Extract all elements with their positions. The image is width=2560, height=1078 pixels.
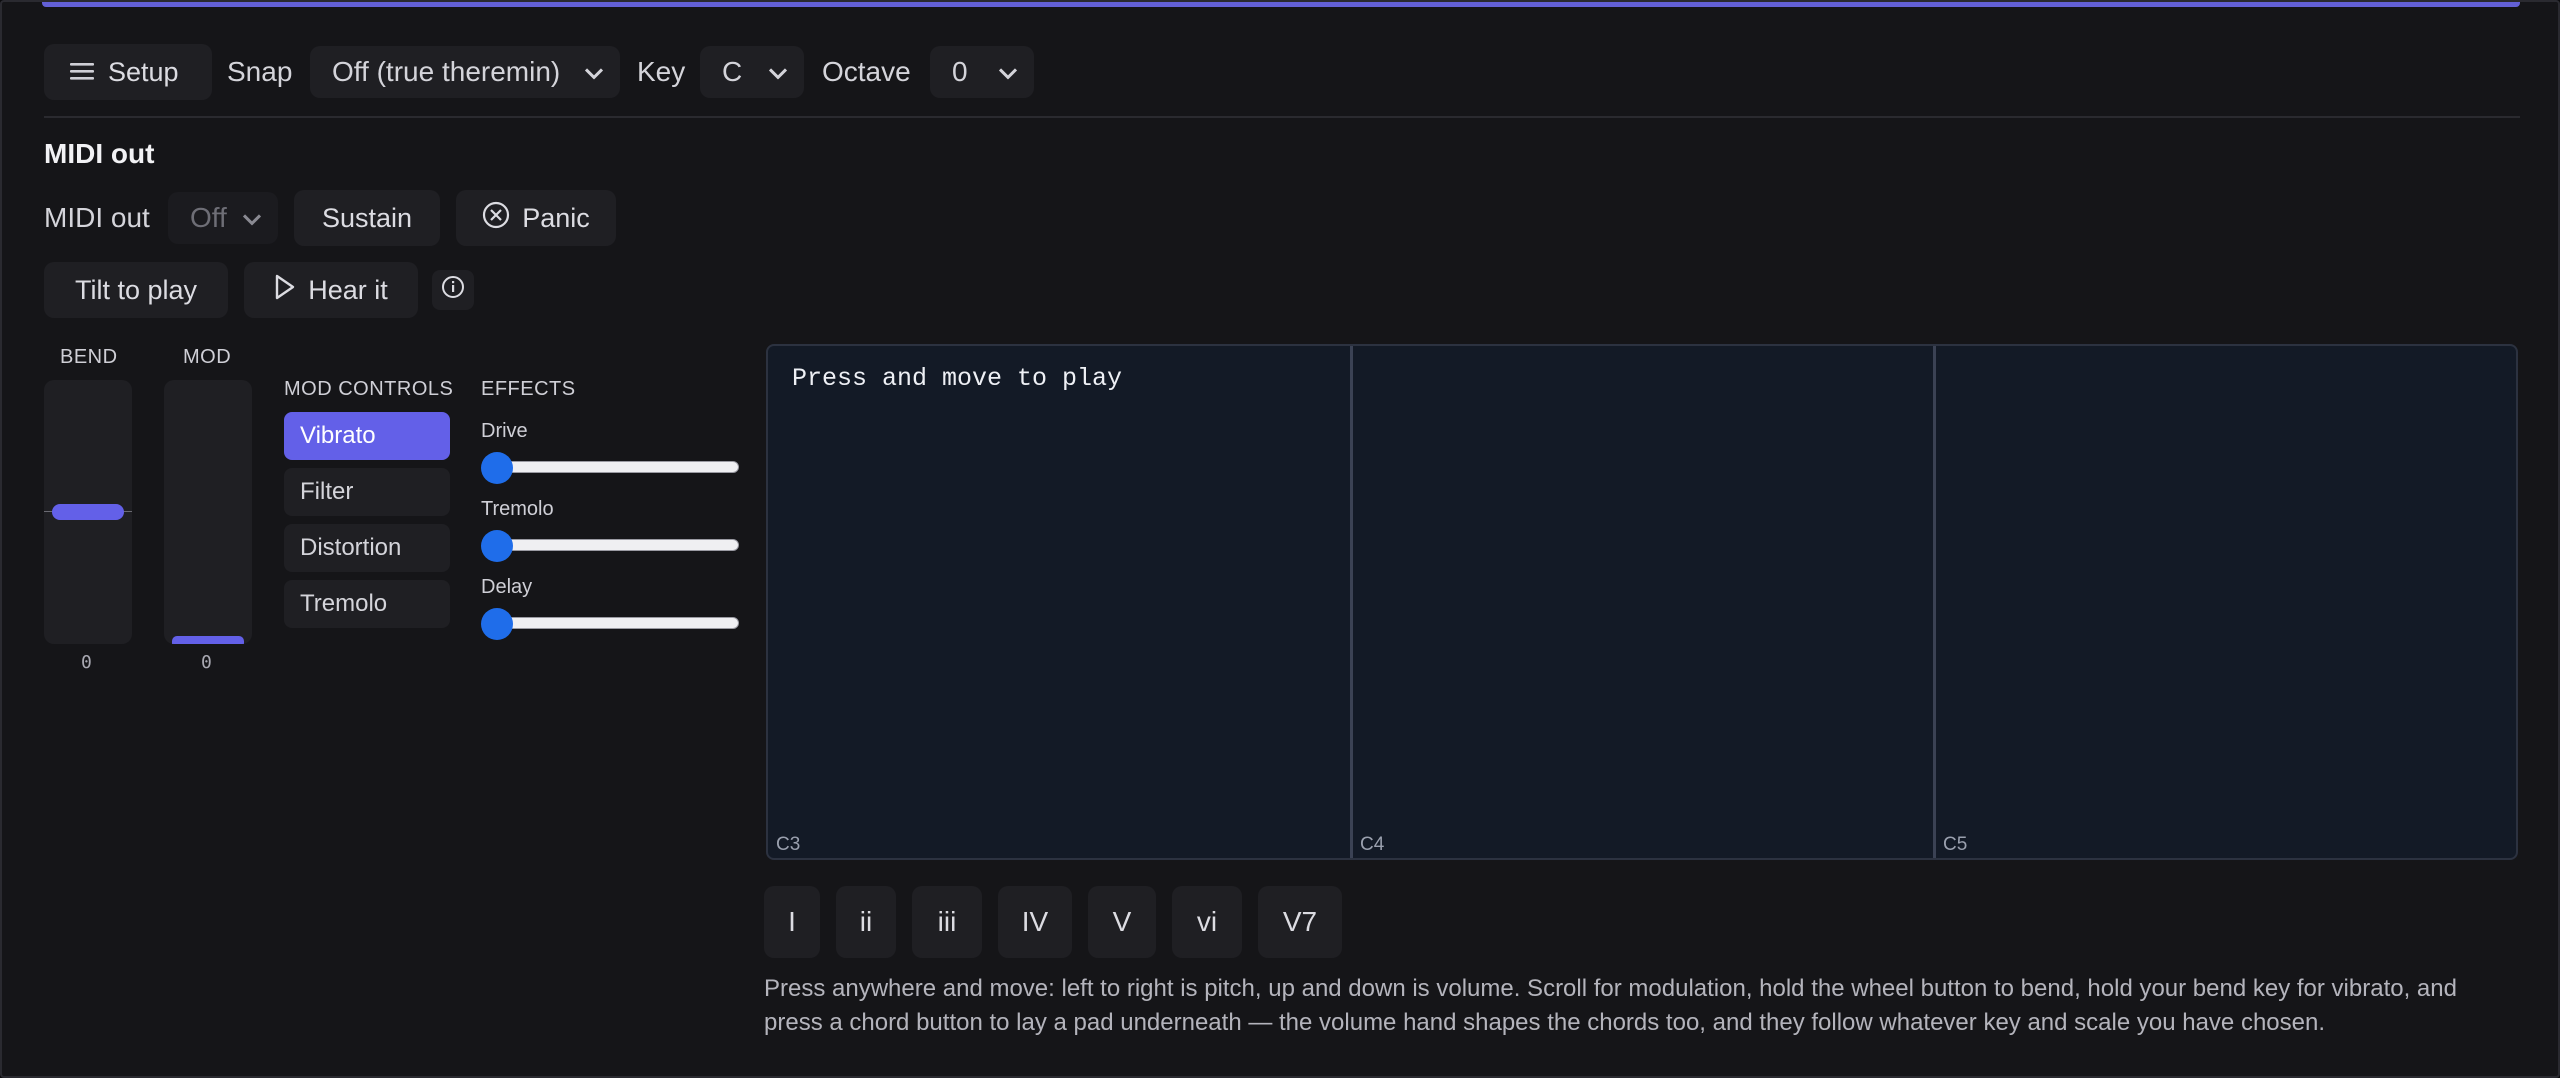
mod-tremolo-button[interactable]: Tremolo: [284, 580, 450, 628]
chevron-down-icon: [768, 54, 788, 86]
tremolo-track: [489, 539, 739, 551]
setup-label: Setup: [108, 56, 179, 87]
circle-x-icon: [482, 201, 510, 236]
chevron-down-icon: [584, 54, 604, 86]
effects-title: EFFECTS: [481, 378, 576, 400]
octave-divider: [1350, 346, 1353, 858]
octave-value: 0: [952, 56, 968, 87]
bend-label: BEND: [60, 346, 118, 368]
snap-label: Snap: [227, 56, 293, 87]
midi-heading: MIDI out: [44, 138, 155, 169]
key-select[interactable]: C: [700, 46, 804, 98]
key-value: C: [722, 56, 743, 87]
octave-label: Octave: [822, 56, 911, 87]
snap-select[interactable]: Off (true theremin): [310, 46, 620, 98]
menu-icon: [70, 57, 94, 88]
midi-out-label: MIDI out: [44, 202, 150, 233]
accent-bar: [42, 2, 2520, 7]
chord-button-vi[interactable]: vi: [1172, 886, 1242, 958]
tremolo-label: Tremolo: [481, 498, 554, 520]
chevron-down-icon: [998, 54, 1018, 86]
delay-thumb[interactable]: [481, 608, 513, 640]
chord-button-ii[interactable]: ii: [836, 886, 896, 958]
chord-label: iii: [937, 906, 957, 937]
key-label: Key: [637, 56, 686, 87]
info-button[interactable]: [432, 270, 474, 310]
octave-divider: [1933, 346, 1936, 858]
note-label-c3: C3: [776, 834, 801, 855]
chord-label: I: [788, 906, 796, 937]
help-text: Press anywhere and move: left to right i…: [764, 975, 2457, 1036]
app-window: Setup Snap Off (true theremin) Key C Oct…: [0, 0, 2560, 1078]
chord-button-I[interactable]: I: [764, 886, 820, 958]
chord-button-IV[interactable]: IV: [998, 886, 1072, 958]
mod-value: 0: [201, 652, 212, 673]
drive-slider[interactable]: [481, 448, 739, 484]
note-label-c5: C5: [1943, 834, 1968, 855]
chevron-down-icon: [242, 200, 262, 232]
setup-button[interactable]: Setup: [44, 44, 212, 100]
bend-handle[interactable]: [52, 504, 124, 520]
drive-thumb[interactable]: [481, 452, 513, 484]
panic-label: Panic: [522, 202, 590, 233]
hear-label: Hear it: [308, 274, 388, 305]
note-label-c4: C4: [1360, 834, 1385, 855]
mod-vibrato-button[interactable]: Vibrato: [284, 412, 450, 460]
tremolo-slider[interactable]: [481, 526, 739, 562]
tremolo-thumb[interactable]: [481, 530, 513, 562]
hear-it-button[interactable]: Hear it: [244, 262, 418, 318]
octave-select[interactable]: 0: [930, 46, 1034, 98]
drive-track: [489, 461, 739, 473]
chord-button-iii[interactable]: iii: [912, 886, 982, 958]
mod-filter-label: Filter: [300, 478, 354, 505]
tilt-to-play-button[interactable]: Tilt to play: [44, 262, 228, 318]
mod-tremolo-label: Tremolo: [300, 590, 388, 617]
pad-prompt: Press and move to play: [792, 364, 1123, 393]
delay-track: [489, 617, 739, 629]
panic-button[interactable]: Panic: [456, 190, 616, 246]
bend-wheel[interactable]: [44, 380, 132, 644]
chord-label: vi: [1196, 906, 1218, 937]
snap-value: Off (true theremin): [332, 56, 561, 87]
chord-label: V7: [1282, 906, 1318, 937]
mod-vibrato-label: Vibrato: [300, 422, 376, 449]
play-pad[interactable]: Press and move to play C3 C4 C5: [766, 344, 2518, 860]
midi-out-value: Off: [190, 202, 227, 233]
delay-slider[interactable]: [481, 604, 739, 640]
sustain-label: Sustain: [321, 202, 413, 233]
mod-distortion-label: Distortion: [300, 534, 402, 561]
mod-handle[interactable]: [172, 636, 244, 644]
sustain-button[interactable]: Sustain: [294, 190, 440, 246]
mod-wheel[interactable]: [164, 380, 252, 644]
bend-value: 0: [81, 652, 92, 673]
mod-filter-button[interactable]: Filter: [284, 468, 450, 516]
chord-button-V7[interactable]: V7: [1258, 886, 1342, 958]
mod-controls-title: MOD CONTROLS: [284, 378, 454, 400]
divider: [44, 116, 2520, 118]
drive-label: Drive: [481, 420, 528, 442]
tilt-label: Tilt to play: [74, 274, 198, 305]
chord-label: ii: [859, 906, 873, 937]
info-icon: [441, 275, 465, 306]
mod-label: MOD: [183, 346, 232, 368]
chord-button-V[interactable]: V: [1088, 886, 1156, 958]
play-icon: [274, 274, 296, 307]
midi-out-select[interactable]: Off: [168, 192, 278, 244]
mod-distortion-button[interactable]: Distortion: [284, 524, 450, 572]
chord-label: IV: [1021, 906, 1049, 937]
chord-label: V: [1112, 906, 1132, 937]
delay-label: Delay: [481, 576, 533, 598]
